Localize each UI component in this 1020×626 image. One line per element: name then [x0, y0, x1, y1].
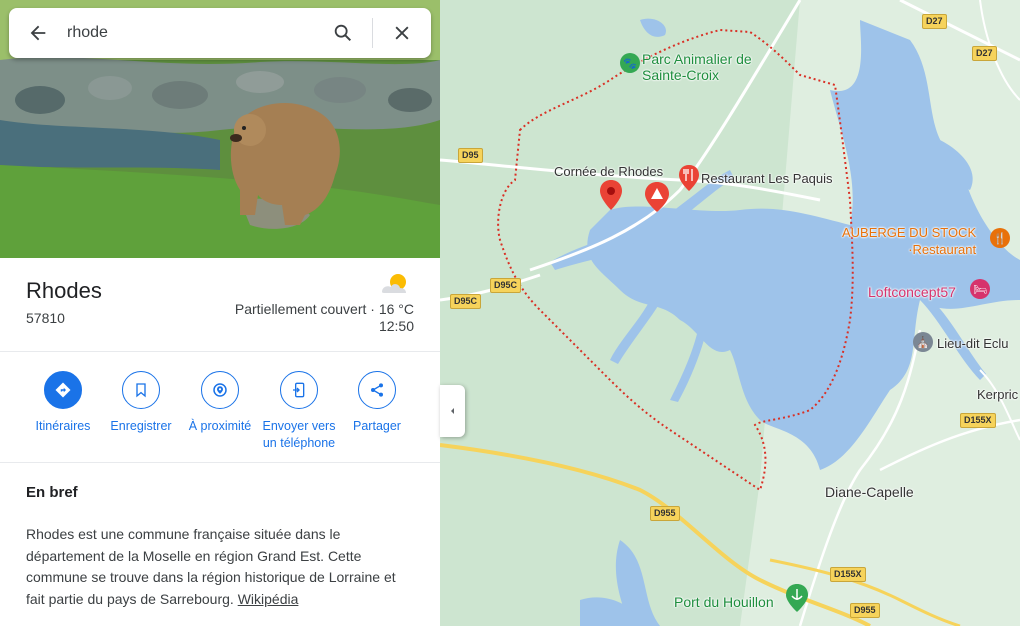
place-parc-animalier[interactable]: Parc Animalier de Sainte-Croix	[642, 51, 760, 83]
save-button[interactable]: Enregistrer	[99, 371, 183, 435]
road-label: D27	[972, 46, 997, 61]
map-base	[440, 0, 1020, 626]
send-to-phone-label: Envoyer vers un téléphone	[262, 419, 336, 450]
road-label: D155X	[960, 413, 996, 428]
place-cornee-de-rhodes[interactable]: Cornée de Rhodes	[554, 164, 663, 179]
marina-icon[interactable]	[786, 584, 808, 612]
bookmark-icon	[136, 383, 146, 398]
road-label: D95C	[490, 278, 522, 293]
search-icon	[334, 24, 352, 42]
nearby-button[interactable]: À proximité	[178, 371, 262, 435]
directions-label: Itinéraires	[35, 419, 91, 433]
map-canvas[interactable]: D27 D27 D95 D95C D95C D955 D155X D155X D…	[440, 0, 1020, 626]
wikipedia-link[interactable]: Wikipédia	[238, 591, 299, 607]
restaurant-icon[interactable]	[679, 165, 699, 191]
nearby-label: À proximité	[188, 419, 252, 433]
send-to-phone-icon	[293, 382, 305, 398]
place-restaurant-les-paquis[interactable]: Restaurant Les Paquis	[701, 171, 833, 186]
weather-condition: Partiellement couvert · 16 °C	[234, 301, 414, 317]
road-label: D155X	[830, 567, 866, 582]
chevron-left-icon	[450, 408, 454, 414]
place-auberge-du-stock[interactable]: AUBERGE DU STOCK ·Restaurant	[842, 224, 976, 258]
place-diane-capelle[interactable]: Diane-Capelle	[825, 484, 914, 500]
map-pin-icon[interactable]	[600, 180, 622, 210]
road-label: D955	[850, 603, 880, 618]
action-bar: Itinéraires Enregistrer À proximité Envo…	[0, 353, 440, 463]
directions-button[interactable]: Itinéraires	[21, 371, 105, 435]
campground-icon[interactable]	[645, 182, 669, 212]
clear-search-button[interactable]	[373, 8, 431, 58]
share-label: Partager	[353, 419, 401, 433]
search-bar: rhode	[9, 8, 431, 58]
share-button[interactable]: Partager	[335, 371, 419, 435]
place-panel: rhode Rhodes 57810 Partiellement couvert…	[0, 0, 440, 626]
road-label: D955	[650, 506, 680, 521]
road-label: D27	[922, 14, 947, 29]
back-button[interactable]	[9, 8, 67, 58]
send-to-phone-button[interactable]: Envoyer vers un téléphone	[257, 371, 341, 452]
restaurant-icon[interactable]: 🍴	[990, 228, 1010, 248]
close-icon	[395, 26, 409, 40]
place-port-du-houillon[interactable]: Port du Houillon	[674, 594, 774, 610]
search-button[interactable]	[314, 8, 372, 58]
place-kerprich[interactable]: Kerpric	[977, 387, 1018, 402]
arrow-left-icon	[30, 25, 46, 41]
weather-info: Partiellement couvert · 16 °C 12:50	[235, 301, 414, 335]
place-loftconcept57[interactable]: Loftconcept57	[868, 284, 956, 300]
place-title: Rhodes	[26, 278, 102, 303]
hotel-icon[interactable]: 🛏	[970, 279, 990, 299]
zoo-icon[interactable]: 🐾	[620, 53, 640, 73]
road-label: D95C	[450, 294, 482, 309]
nearby-icon	[213, 383, 227, 397]
overview-section: En bref Rhodes est une commune française…	[0, 463, 440, 626]
overview-text: Rhodes est une commune française située …	[26, 526, 396, 607]
search-input[interactable]: rhode	[67, 24, 314, 42]
place-header: Rhodes 57810 Partiellement couvert · 16 …	[0, 258, 440, 352]
place-lieu-dit[interactable]: Lieu-dit Eclu	[937, 336, 1009, 351]
share-icon	[371, 383, 383, 397]
partly-cloudy-icon	[382, 274, 406, 293]
road-label: D95	[458, 148, 483, 163]
weather-time: 12:50	[378, 318, 414, 334]
place-postcode: 57810	[26, 310, 65, 326]
overview-heading: En bref	[26, 484, 78, 501]
landmark-icon[interactable]: ⛪	[913, 332, 933, 352]
save-label: Enregistrer	[110, 419, 172, 433]
directions-icon	[55, 382, 71, 398]
collapse-panel-button[interactable]	[440, 385, 465, 437]
